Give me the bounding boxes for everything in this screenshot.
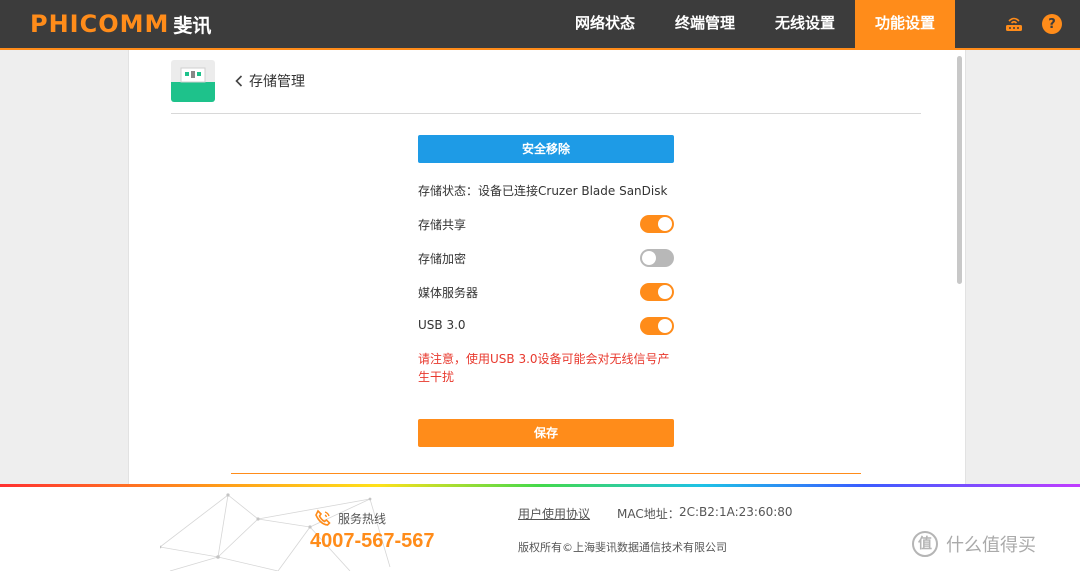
nav-network-status[interactable]: 网络状态: [555, 0, 655, 48]
back-link[interactable]: 存储管理: [235, 71, 305, 91]
usb3-warning: 请注意，使用USB 3.0设备可能会对无线信号产生干扰: [418, 352, 670, 384]
usb3-toggle[interactable]: [640, 317, 674, 335]
hotline-label: 服务热线: [338, 511, 387, 526]
usb3-row: USB 3.0: [418, 317, 674, 335]
footer-divider: [231, 473, 861, 474]
usb3-label: USB 3.0: [418, 318, 466, 332]
nav-wireless-settings[interactable]: 无线设置: [755, 0, 855, 48]
header-divider: [171, 113, 921, 114]
hotline-number: 4007-567-567: [310, 530, 435, 552]
toggle-knob: [658, 319, 672, 333]
help-icon[interactable]: ?: [1042, 14, 1062, 34]
storage-encrypt-row: 存储加密: [418, 249, 674, 267]
scrollbar[interactable]: [955, 52, 963, 482]
chevron-left-icon[interactable]: [235, 75, 243, 87]
safe-remove-button[interactable]: 安全移除: [418, 135, 674, 163]
watermark-text: 什么值得买: [946, 535, 1036, 556]
network-decoration-icon: [160, 493, 391, 571]
toggle-knob: [658, 285, 672, 299]
nav-function-settings[interactable]: 功能设置: [855, 0, 956, 48]
toggle-knob: [642, 251, 656, 265]
scroll-thumb[interactable]: [957, 56, 962, 284]
hotline-row: 服务热线: [314, 509, 386, 527]
nav-device-management[interactable]: 终端管理: [655, 0, 755, 48]
save-button[interactable]: 保存: [418, 419, 674, 447]
storage-encrypt-label: 存储加密: [418, 252, 467, 266]
storage-encrypt-toggle[interactable]: [640, 249, 674, 267]
usb-storage-icon: [171, 60, 215, 102]
watermark-badge-icon: 值: [912, 531, 938, 557]
logo-text-cn: 斐讯: [173, 14, 212, 37]
footer: 服务热线 4007-567-567 用户使用协议 MAC地址： 2C:B2:1A…: [0, 487, 1080, 571]
copyright: 版权所有©上海斐讯数据通信技术有限公司: [518, 541, 727, 554]
storage-share-toggle[interactable]: [640, 215, 674, 233]
logo-text-en: PHICOMM: [30, 10, 170, 38]
mac-label: MAC地址：: [617, 507, 680, 521]
storage-share-label: 存储共享: [418, 218, 467, 232]
media-server-row: 媒体服务器: [418, 283, 674, 301]
storage-share-row: 存储共享: [418, 215, 674, 233]
phone-icon: [315, 509, 331, 526]
watermark: 值 什么值得买: [912, 531, 1036, 557]
media-server-label: 媒体服务器: [418, 286, 479, 300]
storage-status: 存储状态：设备已连接Cruzer Blade SanDisk: [418, 184, 668, 198]
phicomm-logo[interactable]: PHICOMM 斐讯: [30, 9, 211, 39]
router-icon[interactable]: [1004, 14, 1024, 34]
toggle-knob: [658, 217, 672, 231]
mac-value: 2C:B2:1A:23:60:80: [679, 505, 793, 519]
user-agreement-link[interactable]: 用户使用协议: [518, 505, 590, 522]
media-server-toggle[interactable]: [640, 283, 674, 301]
top-bar: PHICOMM 斐讯 网络状态 终端管理 无线设置 功能设置 ?: [0, 0, 1080, 50]
page-title: 存储管理: [249, 74, 305, 90]
main-nav: 网络状态 终端管理 无线设置 功能设置: [555, 0, 956, 48]
main-panel: 存储管理 安全移除 存储状态：设备已连接Cruzer Blade SanDisk…: [128, 50, 966, 484]
